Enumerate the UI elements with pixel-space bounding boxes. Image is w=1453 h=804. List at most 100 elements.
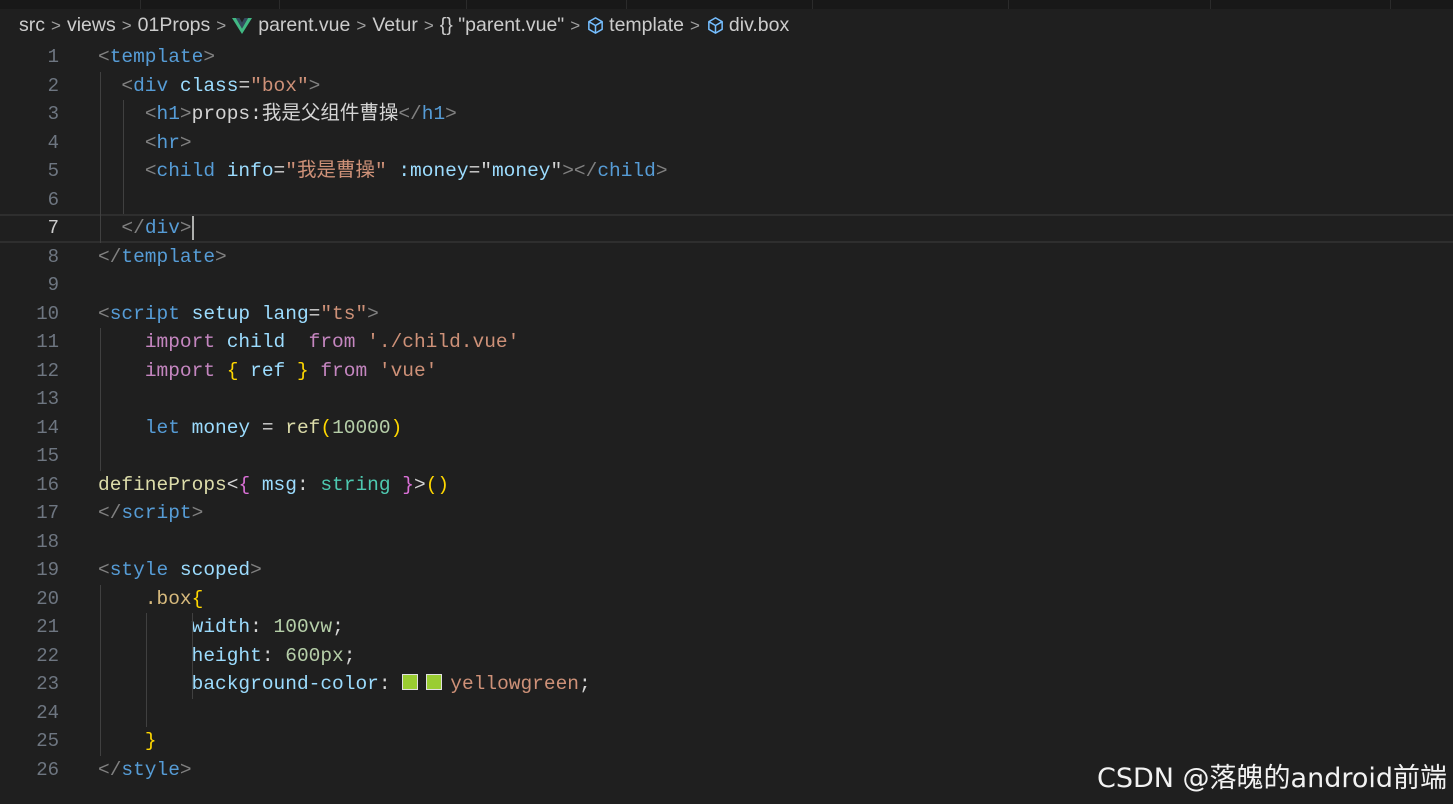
code-line[interactable]: 12 import { ref } from 'vue' <box>0 357 1453 386</box>
code-line[interactable]: 16 defineProps<{ msg: string }>() <box>0 471 1453 500</box>
code-line[interactable]: 24 <box>0 699 1453 728</box>
breadcrumb-label: Vetur <box>372 14 418 36</box>
code-line[interactable]: 13 <box>0 385 1453 414</box>
code-line[interactable]: 4 <hr> <box>0 129 1453 158</box>
code-text: } <box>98 727 157 756</box>
code-token: < <box>226 473 239 496</box>
code-token: " <box>550 160 563 182</box>
breadcrumb-item-src[interactable]: src <box>19 14 45 37</box>
code-token: :money <box>398 160 469 182</box>
code-line[interactable]: 22 height: 600px; <box>0 642 1453 671</box>
line-number: 14 <box>36 416 59 439</box>
code-token: money <box>191 416 251 439</box>
code-line[interactable]: 1 <template> <box>0 43 1453 72</box>
breadcrumb-label: {} "parent.vue" <box>439 14 565 36</box>
code-token: " <box>480 160 492 182</box>
line-number: 6 <box>47 188 59 211</box>
line-number: 22 <box>36 644 59 667</box>
breadcrumb-label: 01Props <box>137 14 211 36</box>
code-line[interactable]: 3 <h1>props:我是父组件曹操</h1> <box>0 100 1453 129</box>
code-line[interactable]: 17 </script> <box>0 499 1453 528</box>
code-token: "ts" <box>320 302 368 325</box>
code-line[interactable]: 14 let money = ref(10000) <box>0 414 1453 443</box>
code-line[interactable]: 9 <box>0 271 1453 300</box>
code-line[interactable]: 23 background-color: yellowgreen; <box>0 670 1453 699</box>
code-text: </template> <box>98 243 227 272</box>
code-line[interactable]: 15 <box>0 442 1453 471</box>
indent-guide <box>100 71 101 243</box>
indent-guide <box>191 613 193 699</box>
chevron-right-icon: > <box>216 15 227 35</box>
code-line[interactable]: 18 <box>0 528 1453 557</box>
code-line[interactable]: 25 } <box>0 727 1453 756</box>
code-token: = <box>238 74 251 97</box>
code-line[interactable]: 10 <script setup lang="ts"> <box>0 300 1453 329</box>
code-line[interactable]: 19 <style scoped> <box>0 556 1453 585</box>
code-text: .box{ <box>98 585 204 614</box>
line-number: 20 <box>36 587 59 610</box>
code-token: > <box>413 473 426 496</box>
breadcrumb-item-vetur[interactable]: Vetur <box>372 14 418 37</box>
code-token: let <box>144 416 180 439</box>
code-token: > <box>191 502 204 524</box>
code-token: </ <box>398 103 422 125</box>
code-token: div <box>144 217 180 240</box>
code-line[interactable]: 6 <box>0 186 1453 215</box>
code-editor[interactable]: 1 <template> 2 <div class="box"> 3 <h1>prop… <box>0 42 1453 804</box>
code-line[interactable]: 7 </div> <box>0 214 1453 243</box>
code-token: .box <box>144 587 192 610</box>
code-token: < <box>144 131 157 154</box>
code-token: : <box>261 644 286 667</box>
chevron-right-icon: > <box>356 15 367 35</box>
breadcrumb-item-parent-vue-module[interactable]: {} "parent.vue" <box>440 14 564 37</box>
indent-guide <box>100 328 101 471</box>
breadcrumb-item-template[interactable]: template <box>586 14 684 37</box>
breadcrumb-item-01props[interactable]: 01Props <box>138 14 211 37</box>
line-number: 15 <box>36 445 59 467</box>
chevron-right-icon: > <box>570 15 581 35</box>
code-token: = <box>308 302 321 325</box>
code-line[interactable]: 11 import child from './child.vue' <box>0 328 1453 357</box>
line-number: 23 <box>36 673 59 695</box>
line-number: 10 <box>36 302 59 325</box>
breadcrumb-label: div.box <box>728 14 790 36</box>
code-line[interactable]: 21 width: 100vw; <box>0 613 1453 642</box>
code-token: < <box>144 160 157 182</box>
chevron-right-icon: > <box>689 15 700 35</box>
code-token: > <box>179 131 192 154</box>
breadcrumb-item-views[interactable]: views <box>67 14 116 37</box>
code-line[interactable]: 8 </template> <box>0 243 1453 272</box>
breadcrumb-item-div-box[interactable]: div.box <box>706 14 789 37</box>
color-swatch-icon[interactable] <box>426 674 443 690</box>
line-number: 1 <box>47 46 59 68</box>
code-token: template <box>121 245 216 268</box>
code-token: > <box>179 217 192 240</box>
code-token: 'vue' <box>378 359 438 382</box>
code-line[interactable]: 2 <div class="box"> <box>0 72 1453 101</box>
code-line[interactable]: 5 <child info="我是曹操" :money="money"></ch… <box>0 157 1453 186</box>
code-token: money <box>491 160 551 182</box>
code-token: import <box>144 331 216 353</box>
code-token: from <box>320 359 368 382</box>
code-line[interactable]: 20 .box{ <box>0 585 1453 614</box>
color-swatch-icon[interactable] <box>402 674 419 690</box>
breadcrumb-item-parent-vue[interactable]: parent.vue <box>232 14 350 37</box>
breadcrumb-label: parent.vue <box>258 14 351 36</box>
code-token: height <box>191 644 262 667</box>
code-token: : <box>296 473 321 496</box>
cube-icon <box>588 17 604 34</box>
code-token: style <box>109 559 169 581</box>
code-token: string <box>320 473 391 496</box>
line-number: 18 <box>36 530 59 553</box>
